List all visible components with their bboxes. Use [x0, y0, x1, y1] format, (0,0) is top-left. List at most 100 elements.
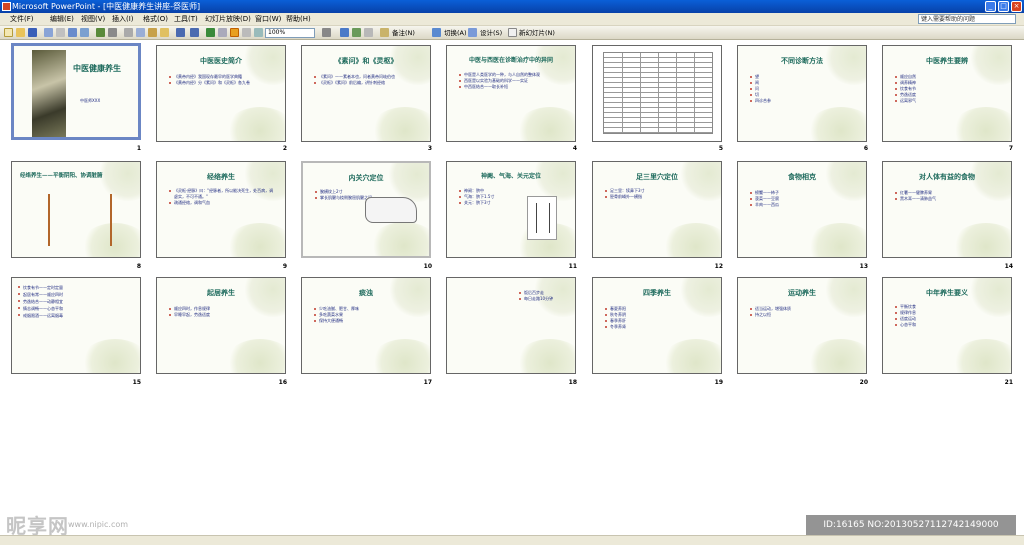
minimize-button[interactable]: _	[985, 1, 996, 12]
zoom-select[interactable]: 100%	[265, 28, 315, 38]
transition-icon[interactable]	[432, 28, 441, 37]
design-icon[interactable]	[468, 28, 477, 37]
menu-tools[interactable]: 工具(T)	[174, 13, 198, 26]
new-slide-button[interactable]: 新幻灯片(N)	[519, 27, 555, 39]
slide-number: 18	[568, 379, 577, 386]
slide-number: 16	[278, 379, 287, 386]
slide-thumbnail-2[interactable]: 中医医史简介 《黄帝内经》我国现存最早的医学典籍 《黄帝内经》分《素问》和《灵枢》…	[156, 45, 286, 142]
slide-body: 饭后百步走 每日走路10分钟	[519, 290, 569, 302]
show-formatting-icon[interactable]	[242, 28, 251, 37]
menu-file[interactable]: 文件(F)	[10, 13, 34, 26]
slide-body: 神阙：脐中 气海：脐下1.5寸 关元：脐下3寸	[459, 188, 519, 206]
watermark-id: ID:16165 NO:20130527112742149000	[806, 515, 1016, 535]
spelling-icon[interactable]	[96, 28, 105, 37]
help-icon[interactable]	[322, 28, 331, 37]
insert-table-icon[interactable]	[218, 28, 227, 37]
slide-title: 中医医史简介	[200, 56, 242, 65]
slide-body: 《黄帝内经》我国现存最早的医学典籍 《黄帝内经》分《素问》和《灵枢》各九卷	[169, 74, 277, 86]
slide-thumbnail-11[interactable]: 神阙、气海、关元定位 神阙：脐中 气海：脐下1.5寸 关元：脐下3寸	[446, 161, 576, 258]
paste-icon[interactable]	[148, 28, 157, 37]
slide-body: 顺应四时，作息规律 早睡早起，劳逸适度	[169, 306, 277, 318]
menu-help[interactable]: 帮助(H)	[286, 13, 311, 26]
slide-thumbnail-13[interactable]: 食物相克 螃蟹——柿子 菠菜——豆腐 羊肉——西瓜	[737, 161, 867, 258]
slide-thumbnail-19[interactable]: 四季养生 春夏养阳 秋冬养阴 春季养肝 冬季养肾	[592, 277, 722, 374]
slide-thumbnail-6[interactable]: 不同诊断方法 望闻问切四诊合参	[737, 45, 867, 142]
menu-slideshow[interactable]: 幻灯片放映(D)	[205, 13, 251, 26]
email-icon[interactable]	[56, 28, 65, 37]
slide-number: 19	[714, 379, 723, 386]
slide-title: 内关穴定位	[348, 173, 384, 182]
grid-icon[interactable]	[254, 28, 263, 37]
undo-icon[interactable]	[176, 28, 185, 37]
summary-slide-icon[interactable]	[364, 28, 373, 37]
new-slide-icon[interactable]	[508, 28, 517, 37]
new-icon[interactable]	[4, 28, 13, 37]
slide-body: 望闻问切四诊合参	[750, 74, 790, 104]
menu-window[interactable]: 窗口(W)	[255, 13, 281, 26]
open-icon[interactable]	[16, 28, 25, 37]
close-button[interactable]: ×	[1011, 1, 1022, 12]
insert-chart-icon[interactable]	[206, 28, 215, 37]
wrist-photo	[365, 197, 417, 223]
slide-title: 中医养生要辨	[926, 56, 968, 65]
slide-body: 中医是人类医学的一种，与人自然的整体观 西医是以实验为基础的科学——实证 中西医结合…	[459, 72, 567, 90]
menu-format[interactable]: 格式(O)	[143, 13, 168, 26]
hide-slide-icon[interactable]	[340, 28, 349, 37]
slide-body: 平衡饮食 规律作息 适度运动 心态平和	[895, 304, 1003, 328]
format-painter-icon[interactable]	[160, 28, 169, 37]
slide-subtitle: 中医师XXX	[80, 98, 101, 103]
slide-number: 6	[863, 145, 868, 152]
slide-thumbnail-14[interactable]: 对人体有益的食物 红薯——健脾养胃 黑木耳——清肺益气	[882, 161, 1012, 258]
slide-number: 17	[423, 379, 432, 386]
slide-title: 四季养生	[643, 288, 671, 297]
help-search-input[interactable]: 键入需要帮助的问题	[918, 14, 1016, 24]
powerpoint-app-icon[interactable]	[2, 2, 11, 11]
transition-button[interactable]: 切换(A)	[444, 27, 467, 39]
slide-thumbnail-16[interactable]: 起居养生 顺应四时，作息规律 早睡早起，劳逸适度	[156, 277, 286, 374]
permission-icon[interactable]	[44, 28, 53, 37]
rehearse-timings-icon[interactable]	[352, 28, 361, 37]
slide-number: 20	[859, 379, 868, 386]
maximize-button[interactable]: □	[998, 1, 1009, 12]
slide-number: 21	[1004, 379, 1013, 386]
menu-insert[interactable]: 插入(I)	[112, 13, 134, 26]
print-preview-icon[interactable]	[80, 28, 89, 37]
slide-thumbnail-5[interactable]	[592, 45, 722, 142]
slide-thumbnail-7[interactable]: 中医养生要辨 顺应自然 调养精神 饮食有节 劳逸适度 远离邪气	[882, 45, 1012, 142]
slide-thumbnail-8[interactable]: 经络养生——平衡阴阳、协调脏腑	[11, 161, 141, 258]
slide-title: 足三里穴定位	[636, 172, 678, 181]
slide-number: 4	[572, 145, 577, 152]
slide-thumbnail-10[interactable]: 内关穴定位 腕横纹上2寸 掌长肌腱与桡侧腕屈肌腱之间	[301, 161, 431, 258]
slide-title: 不同诊断方法	[781, 56, 823, 65]
slide-thumbnail-15[interactable]: 饮食有节——定时定量 起居有常——顺应四时 劳逸结合——动静相宜 情志调畅——心态平和…	[11, 277, 141, 374]
slide-body: 春夏养阳 秋冬养阴 春季养肝 冬季养肾	[605, 306, 713, 330]
notes-button[interactable]: 备注(N)	[392, 27, 415, 39]
slide-thumbnail-18[interactable]: 饭后百步走 每日走路10分钟	[446, 277, 576, 374]
save-icon[interactable]	[28, 28, 37, 37]
slide-thumbnail-12[interactable]: 足三里穴定位 足三里：犊鼻下3寸 胫骨前嵴外一横指	[592, 161, 722, 258]
redo-icon[interactable]	[190, 28, 199, 37]
slide-thumbnail-1[interactable]: 中医健康养生 中医师XXX	[11, 43, 141, 140]
slide-thumbnail-4[interactable]: 中医与西医在诊断治疗中的异同 中医是人类医学的一种，与人自然的整体观 西医是以实验…	[446, 45, 576, 142]
menu-edit[interactable]: 编辑(E)	[50, 13, 74, 26]
slide-title: 食物相克	[788, 172, 816, 181]
menu-view[interactable]: 视图(V)	[81, 13, 105, 26]
notes-icon[interactable]	[380, 28, 389, 37]
design-button[interactable]: 设计(S)	[480, 27, 502, 39]
meridian-figure-front	[48, 194, 51, 246]
slide-thumbnail-9[interactable]: 经络养生 《灵枢·经脉》曰："经脉者，所以能决死生，处百病，调虚实，不可不通。"…	[156, 161, 286, 258]
print-icon[interactable]	[68, 28, 77, 37]
research-icon[interactable]	[108, 28, 117, 37]
cut-icon[interactable]	[124, 28, 133, 37]
slide-title: 经络养生	[207, 172, 235, 181]
slide-thumbnail-21[interactable]: 中年养生要义 平衡饮食 规律作息 适度运动 心态平和	[882, 277, 1012, 374]
table-image	[603, 52, 713, 134]
slide-number: 7	[1008, 145, 1013, 152]
slide-thumbnail-20[interactable]: 运动养生 适当运动，增强体质 持之以恒	[737, 277, 867, 374]
copy-icon[interactable]	[136, 28, 145, 37]
title-bar: Microsoft PowerPoint - [中医健康养生讲座-祭医师] _ …	[0, 0, 1024, 13]
color-grayscale-icon[interactable]	[230, 28, 239, 37]
menu-bar: 文件(F) 编辑(E) 视图(V) 插入(I) 格式(O) 工具(T) 幻灯片放…	[0, 13, 1024, 26]
slide-thumbnail-17[interactable]: 痰浊 少吃油腻、肥甘、厚味 多吃蔬菜水果 保持大便通畅	[301, 277, 431, 374]
slide-thumbnail-3[interactable]: 《素问》和《灵枢》 《素问》——素者本也，问者黄帝问岐伯也 《灵枢》《素问》前后编…	[301, 45, 431, 142]
